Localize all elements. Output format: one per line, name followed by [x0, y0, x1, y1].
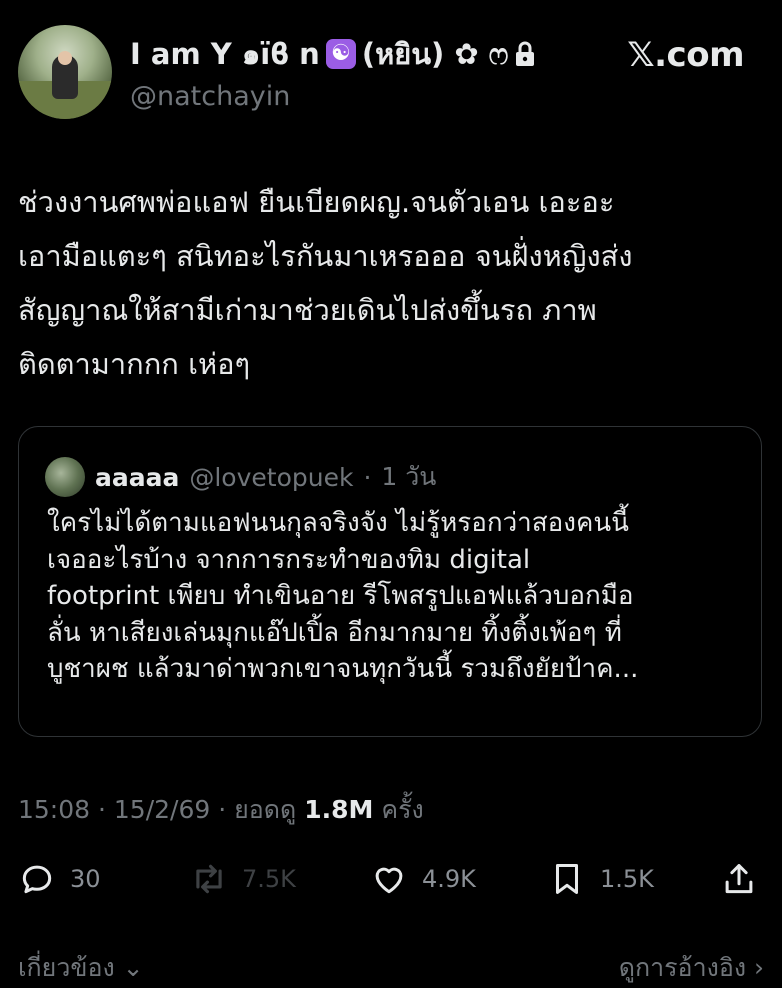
chevron-right-icon: ›: [754, 953, 764, 982]
reply-button[interactable]: 30: [18, 860, 101, 898]
repost-count: 7.5K: [242, 865, 296, 893]
avatar-face: [58, 51, 72, 65]
bookmark-icon: [555, 864, 579, 894]
view-quotes-link[interactable]: ดูการอ้างอิง ›: [619, 948, 764, 988]
view-quotes-label: ดูการอ้างอิง: [618, 953, 747, 982]
quoted-text: ใครไม่ได้ตามแอฟนนกุลจริงจัง ไม่รู้หรอกว่…: [47, 508, 639, 684]
like-button[interactable]: 4.9K: [370, 860, 476, 898]
tweet-time[interactable]: 15:08: [18, 795, 90, 824]
tweet-date[interactable]: 15/2/69: [114, 795, 210, 824]
reply-count: 30: [70, 865, 101, 893]
related-label: เกี่ยวข้อง: [18, 953, 115, 982]
quoted-time: 1 วัน: [381, 462, 437, 491]
share-button[interactable]: [720, 860, 758, 898]
tweet-text: ช่วงงานศพพ่อแอฟ ยืนเบียดผญ.จนตัวเอน เอะอ…: [18, 185, 633, 381]
author-names: I am Y ๑ïϐ n ☯ (หยิน) ✿ ෆ @natchayin: [130, 31, 536, 112]
related-link[interactable]: เกี่ยวข้อง ⌄: [18, 948, 144, 988]
author-display-name[interactable]: I am Y ๑ïϐ n ☯ (หยิน) ✿ ෆ: [130, 31, 536, 77]
chevron-down-icon: ⌄: [122, 953, 144, 982]
quoted-tweet-header: aaaaa @lovetopuek · 1 วัน: [45, 457, 436, 497]
x-logo: 𝕏.com: [627, 35, 744, 75]
tweet-meta: 15:08 · 15/2/69 · ยอดดู 1.8M ครั้ง: [18, 790, 424, 830]
meta-dot: ·: [218, 795, 227, 824]
bookmark-button[interactable]: 1.5K: [548, 860, 654, 898]
display-name-text: I am Y ๑ïϐ n: [130, 37, 320, 71]
tweet-header: I am Y ๑ïϐ n ☯ (หยิน) ✿ ෆ @natchayin 𝕏.c…: [18, 25, 764, 121]
x-icon: 𝕏: [627, 35, 655, 75]
author-handle[interactable]: @natchayin: [130, 81, 536, 112]
quoted-name: aaaaa: [95, 462, 180, 492]
like-count: 4.9K: [422, 865, 476, 893]
reply-icon: [22, 865, 52, 894]
views-label: ยอดดู: [234, 795, 297, 824]
quoted-separator: ·: [363, 462, 372, 492]
bookmark-count: 1.5K: [600, 865, 654, 893]
repost-button[interactable]: 7.5K: [190, 860, 296, 898]
x-domain: .com: [654, 35, 744, 75]
share-icon: [725, 864, 753, 894]
display-name-suffix: (หยิน) ✿ ෆ: [361, 37, 509, 71]
quoted-handle: @lovetopuek: [189, 462, 354, 492]
quoted-avatar[interactable]: [45, 457, 85, 497]
views-suffix: ครั้ง: [381, 795, 424, 824]
action-bar: 30 7.5K 4.9K 1.5K: [18, 860, 764, 904]
quoted-tweet[interactable]: aaaaa @lovetopuek · 1 วัน ใครไม่ได้ตามแอ…: [18, 426, 762, 737]
lock-icon: [516, 41, 535, 66]
heart-icon: [375, 867, 403, 894]
yin-yang-icon: ☯: [325, 39, 356, 69]
meta-dot: ·: [98, 795, 106, 824]
repost-icon: [196, 864, 222, 894]
views-count: 1.8M: [304, 795, 374, 824]
author-avatar[interactable]: [18, 25, 112, 119]
